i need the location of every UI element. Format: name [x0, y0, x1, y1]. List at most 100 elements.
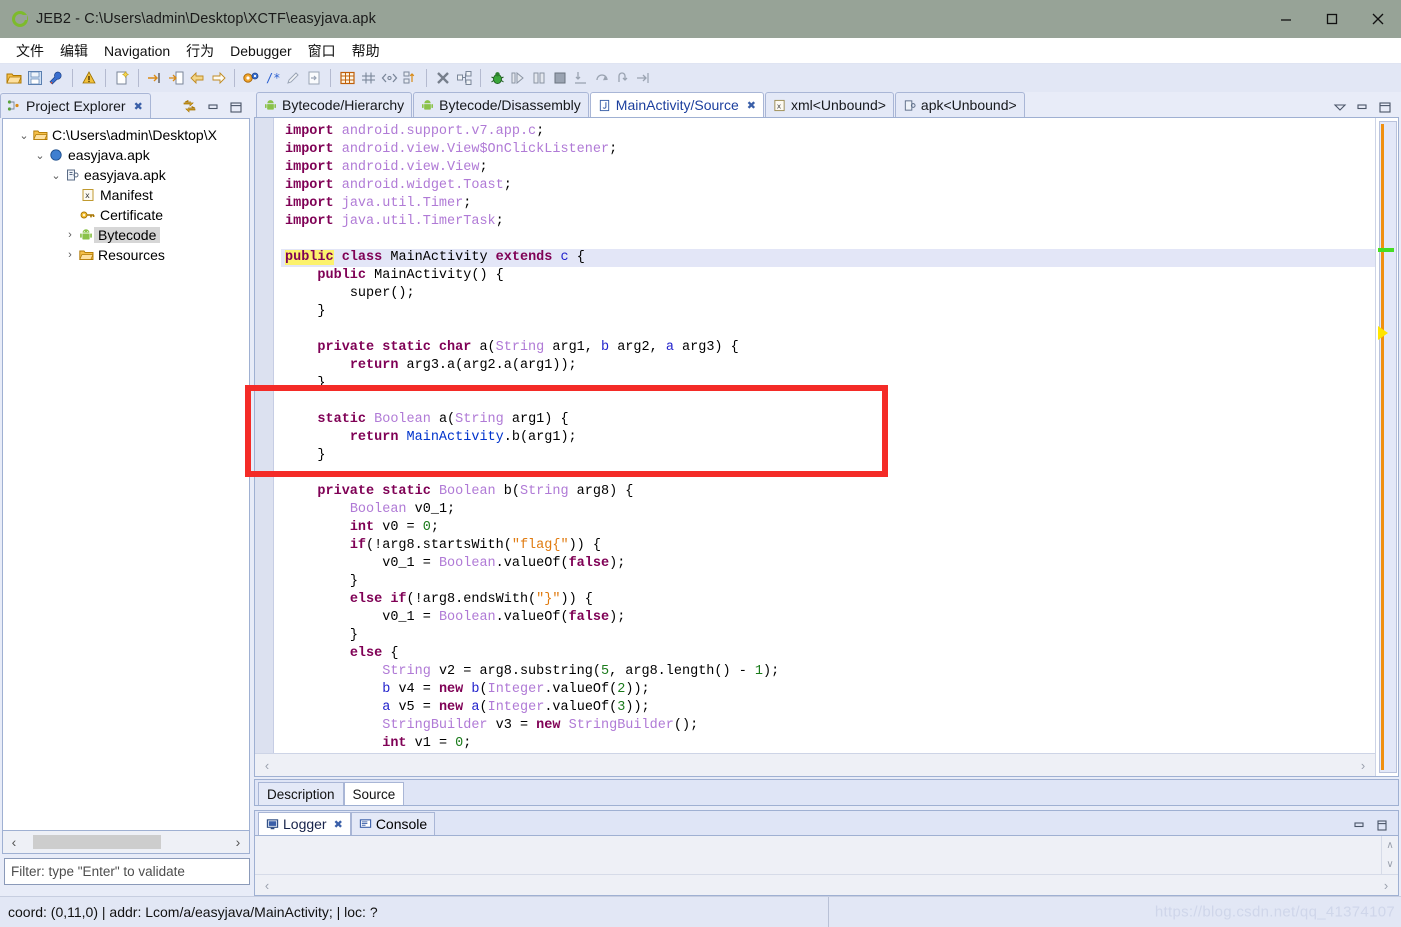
comment-icon[interactable]: /* [262, 67, 282, 89]
code-gutter[interactable] [255, 118, 274, 753]
window-title: JEB2 - C:\Users\admin\Desktop\XCTF\easyj… [36, 11, 376, 27]
stop-icon[interactable] [550, 67, 570, 89]
table-grid-icon[interactable] [337, 67, 357, 89]
tab-bytecode-disassembly[interactable]: Bytecode/Disassembly [413, 92, 589, 118]
step-into-icon[interactable] [571, 67, 591, 89]
project-explorer-icon [7, 99, 21, 113]
close-icon[interactable]: ✖ [334, 818, 343, 831]
scroll-down-icon[interactable]: ∨ [1386, 859, 1393, 870]
save-icon[interactable] [25, 67, 45, 89]
new-document-icon[interactable] [112, 67, 132, 89]
chevron-right-icon[interactable]: › [63, 229, 77, 241]
export-icon[interactable] [304, 67, 324, 89]
scroll-left-icon[interactable]: ‹ [255, 758, 279, 773]
minimize-button[interactable] [1263, 0, 1309, 38]
code-hscrollbar[interactable]: ‹ › [255, 753, 1375, 776]
sort-icon[interactable] [400, 67, 420, 89]
tab-logger[interactable]: Logger ✖ [258, 812, 351, 835]
debug-bug-icon[interactable] [487, 67, 507, 89]
scroll-up-icon[interactable]: ∧ [1386, 840, 1393, 851]
gears-icon[interactable] [241, 67, 261, 89]
chevron-right-icon[interactable]: › [63, 249, 77, 261]
maximize-icon[interactable] [1378, 101, 1392, 114]
close-button[interactable] [1355, 0, 1401, 38]
scroll-right-icon[interactable]: › [1374, 878, 1398, 893]
code-line: if(!arg8.startsWith("flag{")) { [349, 538, 601, 554]
menu-item-file[interactable]: 文件 [8, 39, 52, 63]
logger-vscrollbar[interactable]: ∧ ∨ [1381, 836, 1398, 874]
tree-item-apk-easyjava[interactable]: ⌄ easyjava.apk [3, 165, 249, 185]
step-return-icon[interactable] [613, 67, 633, 89]
menu-item-navigation[interactable]: Navigation [96, 41, 178, 61]
scroll-left-icon[interactable]: ‹ [3, 834, 25, 850]
maximize-icon[interactable] [229, 101, 243, 114]
tree-item-resources[interactable]: › Resources [3, 245, 249, 265]
tree-item-bytecode[interactable]: › Bytecode [3, 225, 249, 245]
forward-arrow-icon[interactable] [208, 67, 228, 89]
chevron-down-icon[interactable]: ⌄ [33, 149, 47, 162]
close-icon[interactable]: ✖ [747, 99, 756, 112]
hscroll-thumb[interactable] [33, 835, 161, 849]
minimize-icon[interactable] [207, 102, 220, 113]
apk-icon [63, 168, 81, 182]
tab-xml-unbound[interactable]: x xml<Unbound> [764, 92, 894, 118]
back-arrow-icon[interactable] [187, 67, 207, 89]
source-code-text[interactable]: import android.support.v7.app.c; import a… [281, 118, 1375, 753]
tab-source[interactable]: Source [343, 782, 405, 805]
warning-icon[interactable] [79, 67, 99, 89]
pause-icon[interactable] [529, 67, 549, 89]
terminate-icon[interactable] [433, 67, 453, 89]
project-tree[interactable]: ⌄ C:\Users\admin\Desktop\X ⌄ easyjava.ap… [2, 118, 250, 831]
chevron-down-icon[interactable]: ⌄ [49, 169, 63, 182]
menu-item-action[interactable]: 行为 [178, 39, 222, 63]
tab-label: Project Explorer [26, 98, 126, 114]
tree-item-workspace-folder[interactable]: ⌄ C:\Users\admin\Desktop\X [3, 125, 249, 145]
chevron-down-icon[interactable]: ⌄ [17, 129, 31, 142]
hscroll-track[interactable] [25, 835, 227, 849]
link-with-editor-icon[interactable] [181, 100, 198, 115]
code-scroll-area[interactable]: import android.support.v7.app.c; import a… [255, 118, 1375, 753]
logger-hscrollbar[interactable]: ‹ › [255, 874, 1398, 895]
graph-icon[interactable] [454, 67, 474, 89]
jump-to-icon[interactable] [145, 67, 165, 89]
editor-sub-tab-row: Description Source [254, 779, 1399, 806]
code-line: import android.widget.Toast; [285, 178, 512, 194]
goto-document-icon[interactable] [166, 67, 186, 89]
menu-item-help[interactable]: 帮助 [344, 39, 388, 63]
maximize-icon[interactable] [1375, 819, 1389, 832]
rename-pencil-icon[interactable] [283, 67, 303, 89]
grid-icon[interactable] [358, 67, 378, 89]
scroll-right-icon[interactable]: › [227, 834, 249, 850]
menu-item-debugger[interactable]: Debugger [222, 41, 300, 61]
minimize-icon[interactable] [1353, 820, 1366, 831]
menu-item-edit[interactable]: 编辑 [52, 39, 96, 63]
tab-bytecode-hierarchy[interactable]: Bytecode/Hierarchy [256, 92, 413, 118]
tab-mainactivity-source[interactable]: MainActivity/Source ✖ [589, 92, 764, 118]
close-icon[interactable]: ✖ [134, 100, 143, 113]
tab-description[interactable]: Description [258, 782, 344, 805]
tab-console[interactable]: Console [350, 812, 436, 835]
scroll-right-icon[interactable]: › [1351, 758, 1375, 773]
menu-item-window[interactable]: 窗口 [300, 39, 344, 63]
tab-apk-unbound[interactable]: apk<Unbound> [894, 92, 1025, 118]
blue-circle-icon [47, 148, 65, 162]
logger-content[interactable] [255, 836, 1381, 874]
open-folder-icon[interactable] [4, 67, 24, 89]
project-tree-hscrollbar[interactable]: ‹ › [2, 831, 250, 854]
tab-project-explorer[interactable]: Project Explorer ✖ [0, 93, 151, 118]
tree-item-certificate[interactable]: Certificate [3, 205, 249, 225]
minimize-icon[interactable] [1356, 102, 1369, 113]
step-over-icon[interactable] [592, 67, 612, 89]
code-brackets-icon[interactable] [379, 67, 399, 89]
code-vscrollbar[interactable] [1375, 118, 1398, 776]
scroll-left-icon[interactable]: ‹ [255, 878, 279, 893]
run-to-line-icon[interactable] [634, 67, 654, 89]
chevron-down-icon[interactable] [1333, 102, 1347, 113]
vscroll-thumb[interactable] [1381, 124, 1384, 770]
tree-item-manifest[interactable]: x Manifest [3, 185, 249, 205]
filter-input[interactable]: Filter: type "Enter" to validate [4, 858, 250, 885]
tree-item-project-easyjava[interactable]: ⌄ easyjava.apk [3, 145, 249, 165]
maximize-button[interactable] [1309, 0, 1355, 38]
wrench-icon[interactable] [46, 67, 66, 89]
run-icon[interactable] [508, 67, 528, 89]
